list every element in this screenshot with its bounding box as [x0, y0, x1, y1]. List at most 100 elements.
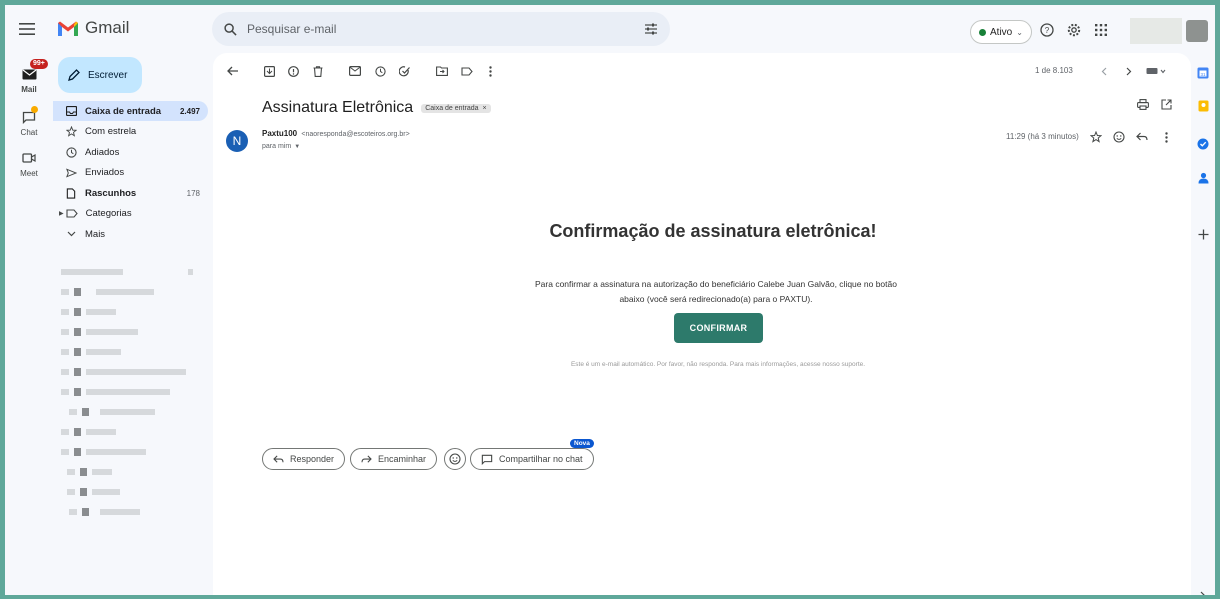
body-line: abaixo (você será redirecionado(a) para …: [619, 294, 813, 304]
sender-name[interactable]: Paxtu100: [262, 129, 297, 138]
sidebar-item-label: Rascunhos: [85, 187, 137, 199]
chevron-down-icon: ⌄: [1016, 27, 1023, 37]
mark-unread-icon[interactable]: [348, 64, 362, 78]
label-icon[interactable]: [460, 64, 474, 78]
more-options-vertical-icon[interactable]: [1159, 130, 1173, 144]
compose-button[interactable]: Escrever: [58, 57, 142, 93]
print-icon[interactable]: [1137, 99, 1149, 110]
account-area[interactable]: [1130, 16, 1215, 46]
share-in-chat-button[interactable]: Compartilhar no chat: [470, 448, 594, 470]
inbox-icon: [65, 105, 77, 117]
email-body-text: Para confirmar a assinatura na autorizaç…: [516, 277, 916, 307]
sidebar-item-inbox[interactable]: Caixa de entrada 2.497: [53, 101, 208, 121]
search-filters-icon[interactable]: [644, 23, 658, 35]
blurred-label-row[interactable]: [61, 465, 206, 479]
forward-button[interactable]: Encaminhar: [350, 448, 438, 470]
chat-notification-dot: [31, 106, 38, 113]
blurred-label-row[interactable]: [61, 345, 206, 359]
top-header: Gmail Ativo ⌄ ?: [5, 5, 1215, 53]
emoji-icon: [449, 453, 461, 465]
sender-avatar[interactable]: N: [226, 130, 248, 152]
archive-icon[interactable]: [262, 64, 276, 78]
caret-down-icon: ▼: [294, 143, 301, 150]
app-name: Gmail: [85, 18, 130, 37]
blurred-label-row[interactable]: [61, 325, 206, 339]
delete-trash-icon[interactable]: [311, 64, 325, 78]
apps-grid-icon[interactable]: [1092, 21, 1110, 39]
snooze-clock-icon[interactable]: [373, 64, 387, 78]
blurred-label-row[interactable]: [61, 305, 206, 319]
organization-logo: [1130, 18, 1182, 44]
previous-chevron-icon[interactable]: [1097, 64, 1111, 78]
star-icon[interactable]: [1089, 130, 1103, 144]
pagination-text: 1 de 8.103: [1035, 66, 1073, 75]
back-arrow-icon[interactable]: [226, 64, 240, 78]
tasks-icon[interactable]: [1196, 137, 1210, 151]
blurred-label-row[interactable]: [61, 405, 206, 419]
contacts-icon[interactable]: [1196, 171, 1210, 185]
move-to-folder-icon[interactable]: [435, 64, 449, 78]
expand-side-panel-chevron-icon[interactable]: [1196, 588, 1210, 595]
inbox-label-chip[interactable]: Caixa de entrada ×: [421, 103, 491, 113]
caret-right-icon[interactable]: ▶: [59, 210, 64, 217]
reply-arrow-icon[interactable]: [1135, 130, 1149, 144]
next-chevron-icon[interactable]: [1122, 64, 1136, 78]
blurred-label-row[interactable]: [61, 445, 206, 459]
avatar[interactable]: [1186, 20, 1208, 42]
rail-item-mail[interactable]: 99+ Mail: [5, 59, 53, 94]
search-bar[interactable]: [212, 12, 670, 46]
rail-item-meet[interactable]: Meet: [5, 149, 53, 178]
search-icon: [224, 22, 237, 36]
rail-label-mail: Mail: [21, 85, 37, 94]
sidebar-item-label: Enviados: [85, 167, 125, 178]
sidebar-item-sent[interactable]: Enviados: [53, 163, 208, 183]
remove-label-icon[interactable]: ×: [483, 105, 487, 112]
blurred-label-row[interactable]: [61, 385, 206, 399]
video-camera-icon: [16, 149, 42, 167]
body-line: Para confirmar a assinatura na autorizaç…: [535, 279, 897, 289]
recipient-details[interactable]: para mim ▼: [262, 143, 300, 150]
app-rail: 99+ Mail Chat Meet: [5, 53, 53, 593]
add-addon-plus-icon[interactable]: [1196, 227, 1210, 241]
search-input[interactable]: [247, 22, 644, 36]
email-toolbar: 1 de 8.103: [213, 53, 1191, 89]
add-task-icon[interactable]: [398, 64, 412, 78]
clock-icon: [65, 146, 77, 158]
more-options-vertical-icon[interactable]: [483, 64, 497, 78]
sidebar-item-label: Mais: [85, 228, 106, 240]
sidebar-item-snoozed[interactable]: Adiados: [53, 142, 208, 162]
emoji-react-button[interactable]: [444, 448, 466, 470]
report-spam-icon[interactable]: [286, 64, 300, 78]
sidebar-item-drafts[interactable]: Rascunhos 178: [53, 183, 208, 203]
chat-bubble-icon: [481, 454, 493, 465]
input-tools-keyboard-icon[interactable]: [1145, 64, 1167, 78]
gmail-window: Gmail Ativo ⌄ ?: [5, 5, 1215, 595]
sidebar-item-categories[interactable]: ▶ Categorias: [53, 204, 208, 224]
email-subject: Assinatura Eletrônica: [262, 99, 414, 116]
rail-label-meet: Meet: [20, 169, 38, 178]
side-panel: 31: [1191, 53, 1215, 595]
confirm-button[interactable]: CONFIRMAR: [674, 313, 763, 343]
blurred-label-row[interactable]: [61, 285, 206, 299]
sidebar-item-starred[interactable]: Com estrela: [53, 122, 208, 142]
settings-gear-icon[interactable]: [1065, 21, 1083, 39]
emoji-reaction-icon[interactable]: [1112, 130, 1126, 144]
gmail-logo[interactable]: Gmail: [57, 18, 129, 38]
open-new-window-icon[interactable]: [1161, 99, 1172, 110]
calendar-icon[interactable]: 31: [1196, 66, 1210, 80]
rail-item-chat[interactable]: Chat: [5, 106, 53, 137]
blurred-label-row[interactable]: [61, 485, 206, 499]
status-selector[interactable]: Ativo ⌄: [970, 20, 1032, 44]
sender-email: <naoresponda@escoteiros.org.br>: [301, 131, 410, 138]
blurred-label-row[interactable]: [61, 505, 206, 519]
status-label: Ativo: [990, 26, 1013, 38]
reply-button[interactable]: Responder: [262, 448, 346, 470]
reply-label: Responder: [290, 454, 335, 464]
blurred-label-row[interactable]: [61, 425, 206, 439]
main-menu-icon[interactable]: [15, 17, 39, 41]
keep-notes-icon[interactable]: [1196, 99, 1210, 113]
blurred-label-row[interactable]: [61, 265, 206, 279]
help-icon[interactable]: ?: [1038, 21, 1056, 39]
sidebar-item-more[interactable]: Mais: [53, 224, 208, 244]
blurred-label-row[interactable]: [61, 365, 206, 379]
